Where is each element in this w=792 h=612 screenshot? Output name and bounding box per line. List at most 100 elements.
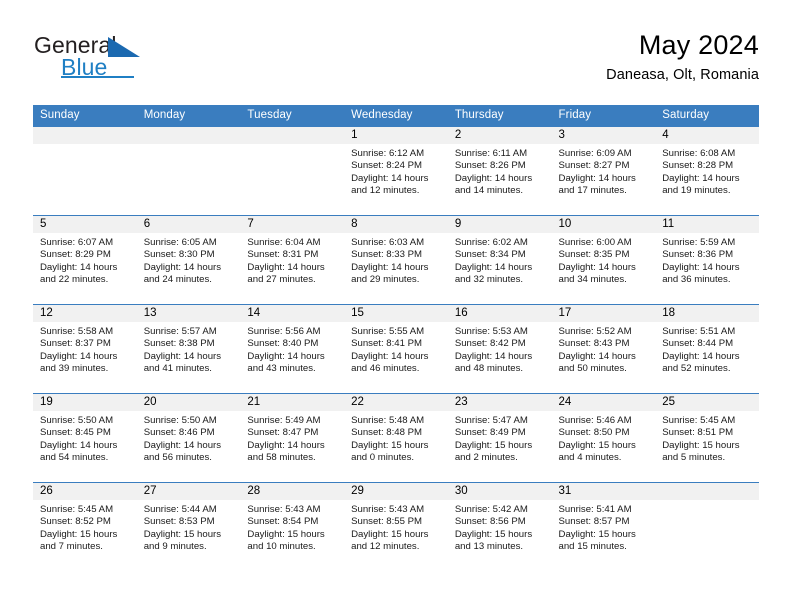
day-details: Sunrise: 5:48 AM Sunset: 8:48 PM Daylight:… — [344, 411, 448, 465]
calendar-header-row: Sunday Monday Tuesday Wednesday Thursday… — [33, 105, 759, 127]
day-number: 19 — [33, 394, 137, 411]
calendar-day-cell[interactable]: 12 Sunrise: 5:58 AM Sunset: 8:37 PM Dayligh… — [33, 304, 137, 394]
daylight-duration-line2: and 41 minutes. — [143, 363, 212, 375]
calendar-day-cell[interactable]: 28 Sunrise: 5:43 AM Sunset: 8:54 PM Dayligh… — [240, 482, 345, 571]
calendar-day-cell[interactable]: 24 Sunrise: 5:46 AM Sunset: 8:50 PM Dayligh… — [551, 393, 656, 483]
calendar-day-cell[interactable]: 3 Sunrise: 6:09 AM Sunset: 8:27 PM Daylight… — [551, 127, 656, 216]
calendar-week-row: 19 Sunrise: 5:50 AM Sunset: 8:45 PM Dayligh… — [33, 393, 759, 483]
daylight-duration-line2: and 27 minutes. — [247, 274, 316, 286]
calendar-day-cell[interactable]: 7 Sunrise: 6:04 AM Sunset: 8:31 PM Daylight… — [240, 215, 345, 305]
daylight-duration-line2: and 32 minutes. — [454, 274, 524, 286]
daylight-duration-line1: Daylight: 15 hours — [454, 528, 533, 540]
daylight-duration-line2: and 12 minutes. — [351, 185, 420, 197]
day-details: Sunrise: 5:53 AM Sunset: 8:42 PM Daylight:… — [448, 322, 552, 376]
calendar-day-cell[interactable]: 1 Sunrise: 6:12 AM Sunset: 8:24 PM Daylight… — [344, 127, 448, 216]
calendar-day-cell[interactable]: 9 Sunrise: 6:02 AM Sunset: 8:34 PM Daylight… — [447, 215, 552, 305]
daylight-duration-line2: and 13 minutes. — [454, 541, 524, 553]
day-number: 29 — [344, 483, 448, 500]
sunrise-time: Sunrise: 5:57 AM — [143, 326, 217, 337]
sunrise-time: Sunrise: 5:49 AM — [247, 415, 321, 426]
sunrise-time: Sunrise: 5:45 AM — [40, 504, 114, 515]
daylight-duration-line1: Daylight: 14 hours — [351, 261, 429, 273]
calendar-day-cell-empty — [655, 482, 759, 571]
daylight-duration-line1: Daylight: 15 hours — [40, 528, 118, 540]
sunrise-time: Sunrise: 5:42 AM — [454, 504, 528, 515]
calendar-day-cell[interactable]: 25 Sunrise: 5:45 AM Sunset: 8:51 PM Dayligh… — [655, 393, 759, 483]
calendar-day-cell[interactable]: 22 Sunrise: 5:48 AM Sunset: 8:48 PM Dayligh… — [344, 393, 448, 483]
day-number: 10 — [551, 216, 656, 233]
calendar-day-cell[interactable]: 30 Sunrise: 5:42 AM Sunset: 8:56 PM Dayligh… — [447, 482, 552, 571]
day-details: Sunrise: 6:04 AM Sunset: 8:31 PM Daylight:… — [240, 233, 344, 287]
weekday-header-saturday: Saturday — [655, 105, 759, 127]
calendar-day-cell[interactable]: 14 Sunrise: 5:56 AM Sunset: 8:40 PM Dayligh… — [240, 304, 345, 394]
day-details: Sunrise: 6:03 AM Sunset: 8:33 PM Daylight:… — [344, 233, 448, 287]
daylight-duration-line1: Daylight: 14 hours — [454, 172, 533, 184]
weekday-header-monday: Monday — [136, 105, 241, 127]
day-number: 12 — [33, 305, 137, 322]
daylight-duration-line2: and 52 minutes. — [662, 363, 731, 375]
daylight-duration-line2: and 34 minutes. — [558, 274, 627, 286]
sunrise-time: Sunrise: 5:50 AM — [143, 415, 217, 426]
sunrise-time: Sunrise: 6:11 AM — [454, 148, 528, 159]
daylight-duration-line1: Daylight: 14 hours — [143, 439, 222, 451]
calendar-day-cell[interactable]: 20 Sunrise: 5:50 AM Sunset: 8:46 PM Dayligh… — [136, 393, 241, 483]
sunrise-time: Sunrise: 5:56 AM — [247, 326, 321, 337]
daylight-duration-line1: Daylight: 14 hours — [247, 439, 325, 451]
calendar-week-row: 12 Sunrise: 5:58 AM Sunset: 8:37 PM Dayligh… — [33, 304, 759, 394]
calendar-day-cell[interactable]: 27 Sunrise: 5:44 AM Sunset: 8:53 PM Dayligh… — [136, 482, 241, 571]
calendar-day-cell[interactable]: 13 Sunrise: 5:57 AM Sunset: 8:38 PM Dayligh… — [136, 304, 241, 394]
day-number: 27 — [136, 483, 241, 500]
day-details: Sunrise: 5:49 AM Sunset: 8:47 PM Daylight:… — [240, 411, 344, 465]
day-number: 6 — [136, 216, 241, 233]
calendar-day-cell-empty — [33, 127, 137, 216]
calendar-day-cell[interactable]: 26 Sunrise: 5:45 AM Sunset: 8:52 PM Dayligh… — [33, 482, 137, 571]
sunset-time: Sunset: 8:30 PM — [143, 249, 215, 261]
calendar-day-cell[interactable]: 4 Sunrise: 6:08 AM Sunset: 8:28 PM Daylight… — [655, 127, 759, 216]
sunrise-time: Sunrise: 5:41 AM — [558, 504, 632, 515]
calendar-day-cell[interactable]: 10 Sunrise: 6:00 AM Sunset: 8:35 PM Dayligh… — [551, 215, 656, 305]
calendar-day-cell[interactable]: 19 Sunrise: 5:50 AM Sunset: 8:45 PM Dayligh… — [33, 393, 137, 483]
daylight-duration-line1: Daylight: 14 hours — [558, 350, 636, 362]
calendar-day-cell[interactable]: 11 Sunrise: 5:59 AM Sunset: 8:36 PM Dayligh… — [655, 215, 759, 305]
calendar-day-cell[interactable]: 16 Sunrise: 5:53 AM Sunset: 8:42 PM Dayligh… — [447, 304, 552, 394]
calendar-day-cell[interactable]: 23 Sunrise: 5:47 AM Sunset: 8:49 PM Dayligh… — [447, 393, 552, 483]
calendar-day-cell[interactable]: 31 Sunrise: 5:41 AM Sunset: 8:57 PM Dayligh… — [551, 482, 656, 571]
day-number: 23 — [447, 394, 552, 411]
day-number: 11 — [655, 216, 759, 233]
daylight-duration-line1: Daylight: 14 hours — [454, 350, 533, 362]
sunset-time: Sunset: 8:48 PM — [351, 427, 423, 439]
sunset-time: Sunset: 8:44 PM — [662, 338, 734, 350]
weekday-header-sunday: Sunday — [33, 105, 137, 127]
sunrise-time: Sunrise: 5:52 AM — [558, 326, 632, 337]
calendar-day-cell[interactable]: 21 Sunrise: 5:49 AM Sunset: 8:47 PM Dayligh… — [240, 393, 345, 483]
calendar-day-cell[interactable]: 2 Sunrise: 6:11 AM Sunset: 8:26 PM Daylight… — [447, 127, 552, 216]
calendar-day-cell[interactable]: 5 Sunrise: 6:07 AM Sunset: 8:29 PM Daylight… — [33, 215, 137, 305]
calendar-day-cell[interactable]: 29 Sunrise: 5:43 AM Sunset: 8:55 PM Dayligh… — [344, 482, 448, 571]
day-details: Sunrise: 6:11 AM Sunset: 8:26 PM Daylight:… — [448, 144, 552, 198]
brand-logo[interactable]: General Blue — [33, 32, 263, 88]
calendar-day-cell[interactable]: 17 Sunrise: 5:52 AM Sunset: 8:43 PM Dayligh… — [551, 304, 656, 394]
sunset-time: Sunset: 8:36 PM — [662, 249, 734, 261]
day-number: 18 — [655, 305, 759, 322]
daylight-duration-line2: and 22 minutes. — [40, 274, 109, 286]
calendar-day-cell[interactable]: 6 Sunrise: 6:05 AM Sunset: 8:30 PM Daylight… — [136, 215, 241, 305]
daylight-duration-line1: Daylight: 14 hours — [143, 261, 222, 273]
day-details: Sunrise: 5:50 AM Sunset: 8:46 PM Daylight:… — [137, 411, 241, 465]
sunrise-time: Sunrise: 6:02 AM — [454, 237, 528, 248]
calendar-day-cell[interactable]: 15 Sunrise: 5:55 AM Sunset: 8:41 PM Dayligh… — [344, 304, 448, 394]
day-details: Sunrise: 5:59 AM Sunset: 8:36 PM Daylight:… — [655, 233, 759, 287]
day-number: 28 — [240, 483, 345, 500]
daylight-duration-line2: and 4 minutes. — [558, 452, 622, 464]
sunset-time: Sunset: 8:31 PM — [247, 249, 319, 261]
calendar-day-cell[interactable]: 8 Sunrise: 6:03 AM Sunset: 8:33 PM Daylight… — [344, 215, 448, 305]
sunrise-time: Sunrise: 5:50 AM — [40, 415, 114, 426]
sunrise-time: Sunrise: 5:46 AM — [558, 415, 632, 426]
daylight-duration-line1: Daylight: 14 hours — [662, 261, 740, 273]
calendar-day-cell[interactable]: 18 Sunrise: 5:51 AM Sunset: 8:44 PM Dayligh… — [655, 304, 759, 394]
sunset-time: Sunset: 8:51 PM — [662, 427, 734, 439]
day-number: 20 — [136, 394, 241, 411]
sunrise-time: Sunrise: 5:43 AM — [351, 504, 425, 515]
daylight-duration-line2: and 14 minutes. — [454, 185, 524, 197]
daylight-duration-line1: Daylight: 15 hours — [143, 528, 222, 540]
daylight-duration-line2: and 58 minutes. — [247, 452, 316, 464]
